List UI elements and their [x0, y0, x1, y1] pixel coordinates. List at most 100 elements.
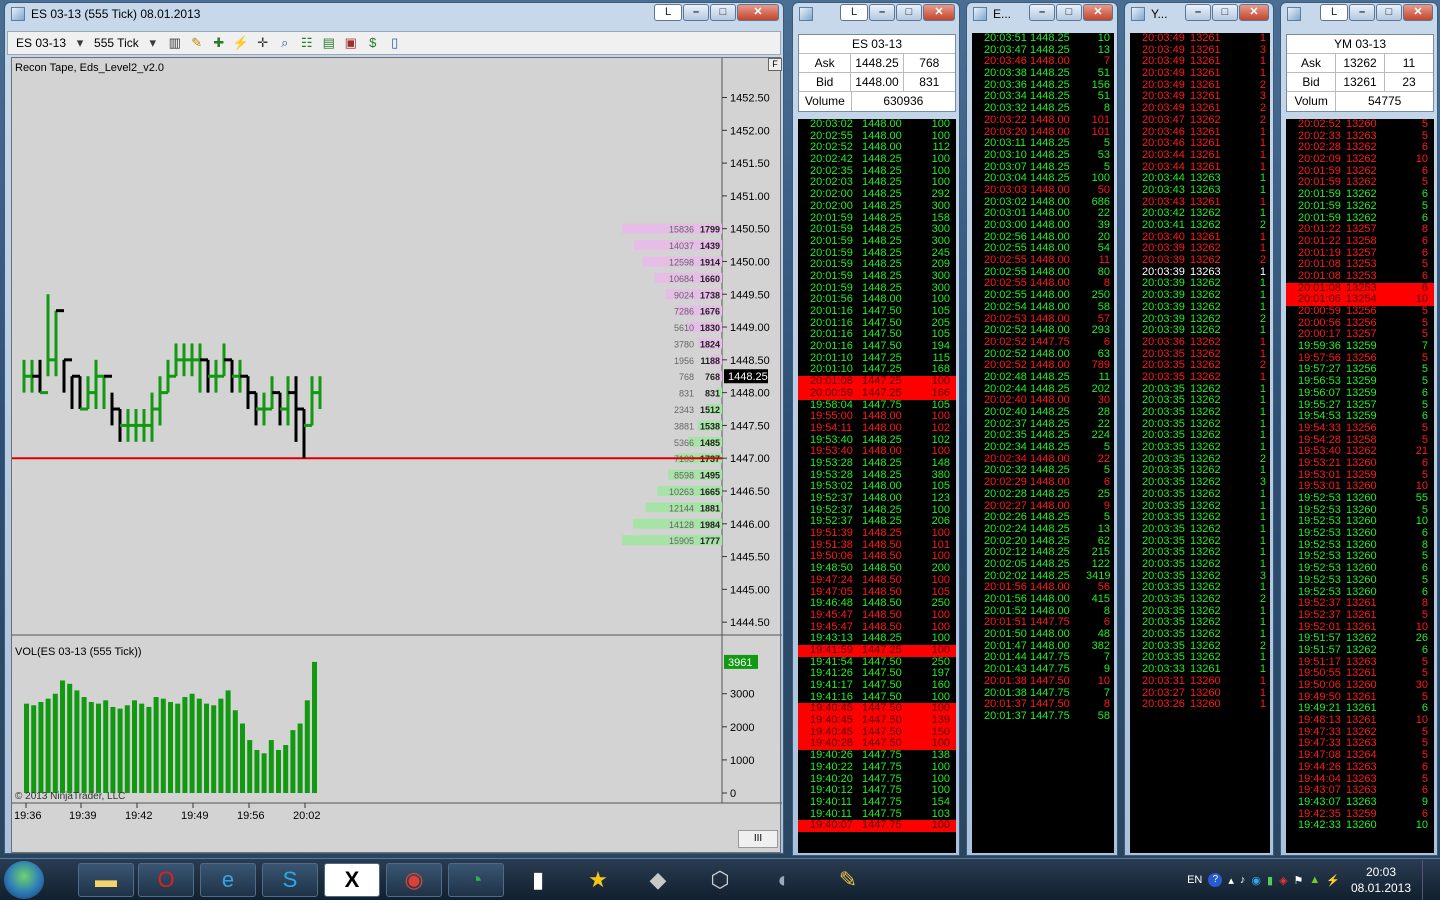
close-button[interactable]: ✕	[923, 4, 955, 21]
ie-icon[interactable]: e	[200, 863, 256, 897]
x-app-icon[interactable]: X	[324, 863, 380, 897]
tape-row: 20:02:52 1447.75 6	[972, 336, 1114, 349]
wolf-icon[interactable]: ◆	[630, 863, 686, 897]
e-tape-titlebar[interactable]: E... – □ ✕	[967, 3, 1117, 25]
chrome-icon[interactable]: ◔	[448, 863, 504, 897]
steam-icon[interactable]: ◐	[756, 863, 812, 897]
chevron-down-icon[interactable]: ▾	[72, 35, 88, 51]
interval-selector[interactable]: 555 Tick	[94, 36, 139, 50]
tape-time: 19:53:21	[1298, 456, 1341, 469]
properties-icon[interactable]: ☷	[299, 35, 315, 51]
add-indicator-icon[interactable]: ✚	[211, 35, 227, 51]
wot-icon[interactable]: ⬡	[692, 863, 748, 897]
tape-time: 19:52:37	[1298, 608, 1341, 621]
chevron-down-icon[interactable]: ▾	[145, 35, 161, 51]
network-icon[interactable]: ▮	[1267, 874, 1273, 887]
chart-window-titlebar[interactable]: ES 03-13 (555 Tick) 08.01.2013 L – □ ✕	[5, 3, 783, 25]
chart-window: ES 03-13 (555 Tick) 08.01.2013 L – □ ✕ E…	[4, 2, 784, 854]
link-button[interactable]: L	[840, 4, 868, 21]
tape-time: 20:03:35	[1142, 522, 1185, 535]
skype-tray-icon[interactable]: ◉	[1251, 874, 1261, 887]
level2-size: 1777	[700, 536, 720, 546]
minimize-button[interactable]: –	[869, 4, 895, 21]
format-button[interactable]: F	[768, 58, 782, 71]
data-box-icon[interactable]: ▤	[321, 35, 337, 51]
zoom-icon[interactable]: ⌕	[277, 35, 293, 51]
level2-cumulative: 5366	[674, 438, 694, 448]
tape-size: 1	[1259, 370, 1266, 383]
chart-area[interactable]: 1452.50 1452.00 1451.50 1451.00 1450.50 1450.…	[11, 57, 782, 853]
tape-time: 19:42:33	[1298, 819, 1341, 832]
ym-tape-titlebar[interactable]: L – □ ✕	[1281, 3, 1437, 25]
link-button[interactable]: L	[1320, 4, 1348, 21]
minimize-button[interactable]: –	[1185, 4, 1211, 21]
level2-cumulative: 8598	[674, 471, 694, 481]
flag-icon[interactable]: ⚑	[1294, 874, 1304, 887]
template-icon[interactable]: ▯	[387, 35, 403, 51]
pencil-icon[interactable]: ✎	[189, 35, 205, 51]
volume-bar	[312, 661, 317, 793]
price-tick-label: 1444.50	[730, 617, 770, 629]
maximize-button[interactable]: □	[896, 4, 922, 21]
tape-time: 20:03:35	[1142, 557, 1185, 570]
tape-row: 20:02:40 1448.25 28	[972, 406, 1114, 419]
es-tape-list[interactable]: 20:03:02 1448.00 100 20:02:55 1448.00 100 20:0…	[798, 119, 956, 853]
volume-icon[interactable]: ♪	[1240, 874, 1246, 886]
tape-time: 20:03:35	[1142, 628, 1185, 641]
maximize-button[interactable]: □	[1056, 4, 1082, 21]
chart-scrollbar[interactable]: III	[738, 830, 778, 848]
minimize-button[interactable]: –	[1349, 4, 1375, 21]
maximize-button[interactable]: □	[710, 4, 736, 21]
star-icon[interactable]: ★	[570, 863, 626, 897]
tape-row: 20:00:59 13256 5	[1286, 305, 1434, 318]
tape-time: 20:02:09	[1298, 153, 1341, 166]
antivirus-icon[interactable]: ◈	[1279, 874, 1287, 887]
nvidia-icon[interactable]: ▲	[1309, 874, 1320, 886]
level2-size: 1485	[700, 438, 720, 448]
language-indicator[interactable]: EN	[1187, 874, 1202, 886]
minimize-button[interactable]: –	[1029, 4, 1055, 21]
maximize-button[interactable]: □	[1376, 4, 1402, 21]
flashlight-icon[interactable]: ▮	[510, 863, 566, 897]
volume-bar	[240, 723, 245, 793]
snapshot-icon[interactable]: ▣	[343, 35, 359, 51]
y-tape-titlebar[interactable]: Y... – □ ✕	[1125, 3, 1273, 25]
clock[interactable]: 20:03 08.01.2013	[1346, 864, 1416, 896]
tools-icon[interactable]: ✎	[820, 863, 876, 897]
bar-type-icon[interactable]: ▥	[167, 35, 183, 51]
close-button[interactable]: ✕	[737, 4, 779, 21]
opera-icon[interactable]: O	[138, 863, 194, 897]
link-button[interactable]: L	[654, 4, 682, 21]
tape-row: 20:02:09 13262 10	[1286, 153, 1434, 166]
power-icon[interactable]: ⚡	[1326, 874, 1340, 887]
tape-size: 2	[1259, 593, 1266, 605]
close-button[interactable]: ✕	[1403, 4, 1433, 21]
instrument-selector[interactable]: ES 03-13	[16, 36, 66, 50]
tape-size: 166	[931, 386, 950, 399]
show-desktop-button[interactable]	[1422, 860, 1432, 900]
ninjatrader-icon[interactable]: ◉	[386, 863, 442, 897]
e-tape-title: E...	[993, 7, 1012, 21]
y-tape-list[interactable]: 20:03:49 13261 1 20:03:49 13261 3 20:03:49 1326…	[1130, 33, 1270, 853]
ym-tape-list[interactable]: 20:02:52 13260 5 20:02:33 13263 5 20:02:28 1326…	[1286, 119, 1434, 853]
folder-icon[interactable]: ▬	[78, 863, 134, 897]
skype-icon[interactable]: S	[262, 863, 318, 897]
close-button[interactable]: ✕	[1083, 4, 1113, 21]
level2-size: 1512	[700, 405, 720, 415]
close-button[interactable]: ✕	[1239, 4, 1269, 21]
crosshair-icon[interactable]: ✛	[255, 35, 271, 51]
strategy-icon[interactable]: ⚡	[233, 35, 249, 51]
tape-time: 19:53:28	[810, 456, 853, 469]
minimize-button[interactable]: –	[683, 4, 709, 21]
help-icon[interactable]: ?	[1208, 873, 1223, 887]
maximize-button[interactable]: □	[1212, 4, 1238, 21]
tape-time: 20:03:31	[1142, 674, 1185, 687]
tape-row: 20:03:49 13261 1	[1130, 33, 1270, 45]
tape-size: 10	[1415, 153, 1428, 166]
es-tape-titlebar[interactable]: L – □ ✕	[793, 3, 959, 25]
tape-price: 13262	[1190, 300, 1221, 313]
save-icon[interactable]: $	[365, 35, 381, 51]
e-tape-list[interactable]: 20:03:51 1448.25 10 20:03:47 1448.25 13 20:03:…	[972, 33, 1114, 853]
start-button[interactable]	[4, 861, 44, 899]
tray-arrow-icon[interactable]: ▴	[1228, 874, 1234, 887]
